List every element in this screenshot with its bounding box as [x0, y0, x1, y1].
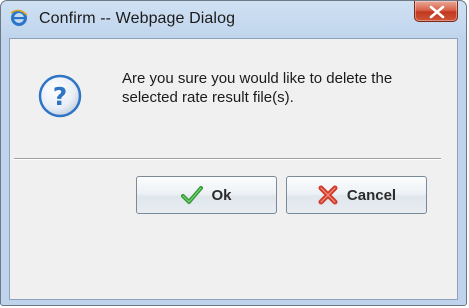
ok-label: Ok [211, 186, 232, 204]
confirm-message: Are you sure you would like to delete th… [122, 70, 393, 106]
cancel-button[interactable]: Cancel [286, 176, 427, 214]
svg-text:?: ? [53, 82, 68, 111]
red-x-icon [317, 185, 339, 205]
divider [14, 158, 441, 160]
close-button[interactable] [414, 1, 458, 22]
ie-icon [10, 9, 28, 27]
close-icon [429, 5, 445, 19]
cancel-label: Cancel [346, 186, 397, 204]
title-bar[interactable]: Confirm -- Webpage Dialog [1, 1, 466, 39]
dialog-content: ? Are you sure you would like to delete … [10, 39, 457, 299]
window-title: Confirm -- Webpage Dialog [39, 10, 236, 27]
checkmark-icon [181, 185, 204, 205]
question-icon: ? [38, 74, 82, 118]
dialog-client-area: ? Are you sure you would like to delete … [9, 38, 458, 300]
dialog-window: Confirm -- Webpage Dialog ? Are you sure… [0, 0, 467, 306]
ok-button[interactable]: Ok [136, 176, 277, 214]
